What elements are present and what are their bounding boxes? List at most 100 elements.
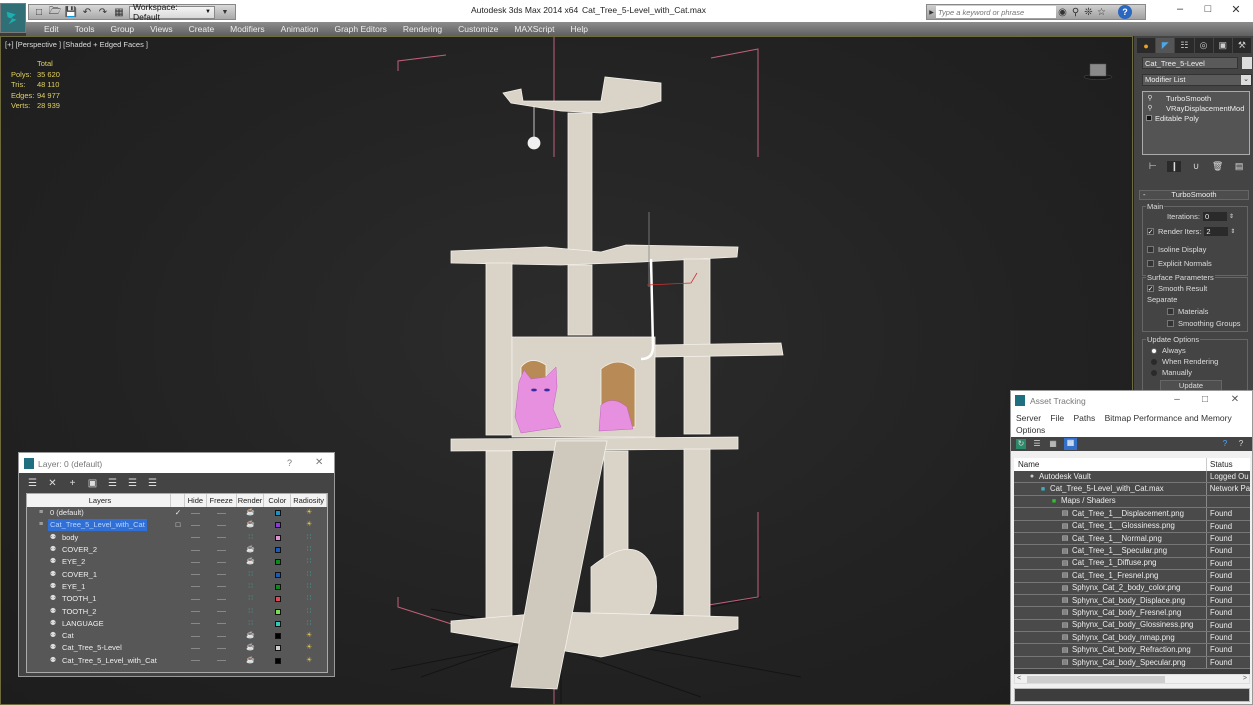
freeze-toggle[interactable]	[207, 507, 237, 519]
close-button[interactable]: ✕	[1227, 394, 1243, 405]
show-end-result-icon[interactable]: ❙	[1167, 160, 1182, 172]
explicit-normals-checkbox[interactable]	[1147, 260, 1154, 267]
when-rendering-option[interactable]: When Rendering	[1151, 357, 1218, 366]
render-toggle[interactable]: ☕	[237, 556, 265, 568]
freeze-toggle[interactable]	[207, 532, 237, 544]
hide-toggle[interactable]	[185, 618, 207, 630]
hide-toggle[interactable]	[185, 642, 207, 654]
list-view-icon[interactable]: ☰	[1032, 439, 1042, 449]
stack-item-vraydisplacement[interactable]: ⚲ VRayDisplacementMod	[1143, 103, 1249, 113]
asset-row[interactable]: ▤ Cat_Tree_1__Displacement.png Found	[1014, 508, 1250, 521]
asset-row[interactable]: ▤ Sphynx_Cat_body_Refraction.png Found	[1014, 644, 1250, 657]
menu-create[interactable]: Create	[181, 24, 223, 34]
object-row[interactable]: ⚉ COVER_1 ∷ ∷	[27, 568, 327, 580]
render-toggle[interactable]: ∷	[237, 568, 265, 580]
close-button[interactable]: ✕	[315, 457, 323, 468]
app-menu-button[interactable]	[0, 3, 26, 33]
object-row[interactable]: ⚉ Cat_Tree_5_Level_with_Cat ☕ ☀	[27, 655, 327, 667]
radiosity-toggle[interactable]: ∷	[291, 581, 327, 593]
motion-tab[interactable]: ◎	[1194, 38, 1213, 53]
lightbulb-icon[interactable]: ⚲	[1146, 104, 1154, 112]
color-swatch[interactable]	[274, 510, 281, 517]
save-icon[interactable]: 💾	[65, 7, 77, 18]
asset-row[interactable]: ● Autodesk Vault Logged Ou	[1014, 471, 1250, 484]
column-current[interactable]	[171, 494, 185, 507]
radiosity-toggle[interactable]: ∷	[291, 556, 327, 568]
asset-row[interactable]: ▤ Cat_Tree_1__Glossiness.png Found	[1014, 520, 1250, 533]
horizontal-scrollbar[interactable]: < >	[1014, 674, 1250, 684]
scroll-thumb[interactable]	[1027, 676, 1165, 683]
always-radio[interactable]	[1151, 347, 1157, 354]
color-swatch[interactable]	[274, 547, 281, 554]
current-layer-toggle[interactable]	[171, 655, 185, 667]
hide-toggle[interactable]	[185, 519, 207, 531]
freeze-all-icon[interactable]: ☰	[147, 478, 158, 489]
radiosity-toggle[interactable]: ∷	[291, 544, 327, 556]
close-button[interactable]: ✕	[1226, 3, 1246, 17]
current-layer-toggle[interactable]	[171, 593, 185, 605]
color-swatch-cell[interactable]	[264, 556, 291, 568]
asset-row[interactable]: ▤ Cat_Tree_1_Diffuse.png Found	[1014, 557, 1250, 571]
hide-toggle[interactable]	[185, 630, 207, 642]
help-icon[interactable]: ?	[1236, 439, 1246, 449]
freeze-toggle[interactable]	[207, 618, 237, 630]
radiosity-toggle[interactable]: ∷	[291, 593, 327, 605]
hide-toggle[interactable]	[185, 544, 207, 556]
color-swatch[interactable]	[274, 534, 281, 541]
color-swatch[interactable]	[274, 571, 281, 578]
asset-row[interactable]: ▤ Sphynx_Cat_2_body_color.png Found	[1014, 582, 1250, 595]
color-swatch-cell[interactable]	[264, 655, 291, 667]
asset-row[interactable]: ▤ Sphynx_Cat_body_nmap.png Found	[1014, 632, 1250, 645]
project-folder-icon[interactable]: ▦	[113, 7, 125, 18]
create-tab[interactable]: ●	[1137, 38, 1156, 53]
current-layer-toggle[interactable]	[171, 642, 185, 654]
asset-row[interactable]: ■ Cat_Tree_5-Level_with_Cat.max Network Pa	[1014, 483, 1250, 496]
color-swatch-cell[interactable]	[264, 581, 291, 593]
column-freeze[interactable]: Freeze	[207, 494, 237, 507]
make-unique-icon[interactable]: ∪	[1189, 161, 1203, 172]
menu-group[interactable]: Group	[103, 24, 143, 34]
color-swatch-cell[interactable]	[264, 630, 291, 642]
expand-arrow-icon[interactable]: ▶	[927, 9, 936, 16]
column-color[interactable]: Color	[264, 494, 292, 507]
render-toggle[interactable]: ☕	[237, 655, 265, 667]
render-iters-spinner[interactable]: 2	[1204, 227, 1229, 236]
detail-view-icon[interactable]: ▦	[1048, 439, 1058, 449]
asset-row[interactable]: ▤ Sphynx_Cat_body_Specular.png Found	[1014, 656, 1250, 670]
render-toggle[interactable]: ∷	[237, 593, 265, 605]
asset-row[interactable]: ▤ Sphynx_Cat_body_Displace.png Found	[1014, 594, 1250, 608]
menu-help[interactable]: Help	[562, 24, 595, 34]
menu-graph-editors[interactable]: Graph Editors	[326, 24, 394, 34]
column-hide[interactable]: Hide	[185, 494, 207, 507]
freeze-toggle[interactable]	[207, 630, 237, 642]
color-swatch-cell[interactable]	[264, 568, 291, 580]
object-row[interactable]: ⚉ TOOTH_1 ∷ ∷	[27, 593, 327, 605]
color-swatch[interactable]	[274, 645, 281, 652]
menu-options[interactable]: Options	[1016, 425, 1045, 435]
render-toggle[interactable]: ☕	[237, 630, 265, 642]
render-toggle[interactable]: ☕	[237, 544, 265, 556]
color-swatch[interactable]	[274, 633, 281, 640]
freeze-toggle[interactable]	[207, 544, 237, 556]
menu-animation[interactable]: Animation	[273, 24, 327, 34]
smooth-result-checkbox[interactable]: ✓	[1147, 285, 1154, 293]
color-swatch-cell[interactable]	[264, 532, 291, 544]
freeze-toggle[interactable]	[207, 593, 237, 605]
binoculars-icon[interactable]: ◉	[1056, 7, 1069, 18]
customize-toolbar-icon[interactable]: ▼	[219, 7, 231, 18]
render-toggle[interactable]: ∷	[237, 581, 265, 593]
column-status[interactable]: Status	[1207, 458, 1233, 471]
search-input[interactable]	[936, 6, 1056, 18]
color-swatch[interactable]	[274, 657, 281, 664]
viewcube-icon[interactable]	[1083, 61, 1113, 81]
layer-row[interactable]: ≡ Cat_Tree_5_Level_with_Cat □ ☕ ☀	[27, 519, 327, 532]
menu-server[interactable]: Server	[1016, 413, 1041, 423]
render-toggle[interactable]: ∷	[237, 605, 265, 617]
freeze-toggle[interactable]	[207, 519, 237, 531]
freeze-toggle[interactable]	[207, 642, 237, 654]
materials-checkbox[interactable]	[1167, 308, 1174, 315]
key-icon[interactable]: ⚲	[1069, 7, 1082, 18]
add-to-layer-icon[interactable]: +	[67, 478, 78, 489]
manually-option[interactable]: Manually	[1151, 368, 1192, 377]
current-layer-toggle[interactable]	[171, 581, 185, 593]
